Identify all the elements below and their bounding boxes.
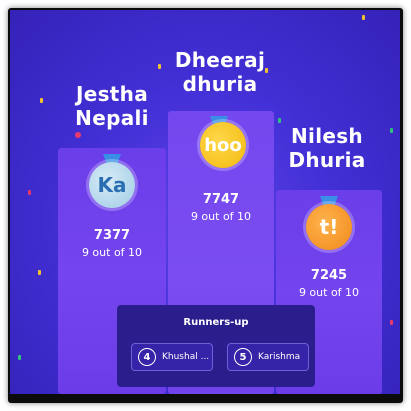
leaderboard-screen: Jestha Nepali Ka 7377 9 out of 10 Dheera…: [10, 10, 400, 394]
third-place-avatar-text: t!: [319, 215, 339, 239]
third-place-avatar: t!: [306, 204, 352, 250]
confetti: [18, 355, 21, 360]
first-place-name: Dheeraj dhuria: [170, 48, 270, 96]
confetti: [158, 64, 161, 69]
third-place-name-line2: Dhuria: [288, 148, 366, 172]
confetti: [75, 132, 81, 138]
second-place-avatar-text: Ka: [97, 173, 127, 197]
third-place-name: Nilesh Dhuria: [277, 124, 377, 172]
second-place-score: 7377: [93, 228, 131, 243]
confetti: [362, 15, 365, 20]
runners-up-title: Runners-up: [183, 317, 249, 328]
first-place-avatar: hoo: [200, 122, 246, 168]
runner-up-rank: 5: [234, 348, 252, 366]
runner-up-item[interactable]: 5 Karishma: [227, 343, 309, 371]
confetti: [278, 118, 281, 123]
confetti: [390, 128, 393, 133]
third-place-correct: 9 out of 10: [298, 286, 360, 299]
second-place-name-line2: Nepali: [75, 106, 149, 130]
third-place-score: 7245: [310, 268, 348, 283]
first-place-name-line2: dhuria: [182, 72, 258, 96]
first-place-avatar-text: hoo: [204, 134, 242, 156]
runners-up-panel: Runners-up 4 Khushal ... 5 Karishma: [117, 305, 315, 387]
first-place-name-line1: Dheeraj: [174, 48, 266, 72]
confetti: [28, 190, 31, 195]
confetti: [38, 270, 41, 275]
second-place-name: Jestha Nepali: [62, 82, 162, 130]
runner-up-item[interactable]: 4 Khushal ...: [131, 343, 213, 371]
third-place-name-line1: Nilesh: [291, 124, 363, 148]
second-place-name-line1: Jestha: [75, 82, 148, 106]
second-place-avatar: Ka: [89, 162, 135, 208]
confetti: [390, 320, 393, 325]
second-place-correct: 9 out of 10: [81, 246, 143, 259]
runner-up-name: Karishma: [258, 352, 301, 362]
confetti: [40, 98, 43, 103]
first-place-score: 7747: [202, 192, 240, 207]
runner-up-name: Khushal ...: [162, 352, 210, 362]
runner-up-rank: 4: [138, 348, 156, 366]
first-place-correct: 9 out of 10: [190, 210, 252, 223]
